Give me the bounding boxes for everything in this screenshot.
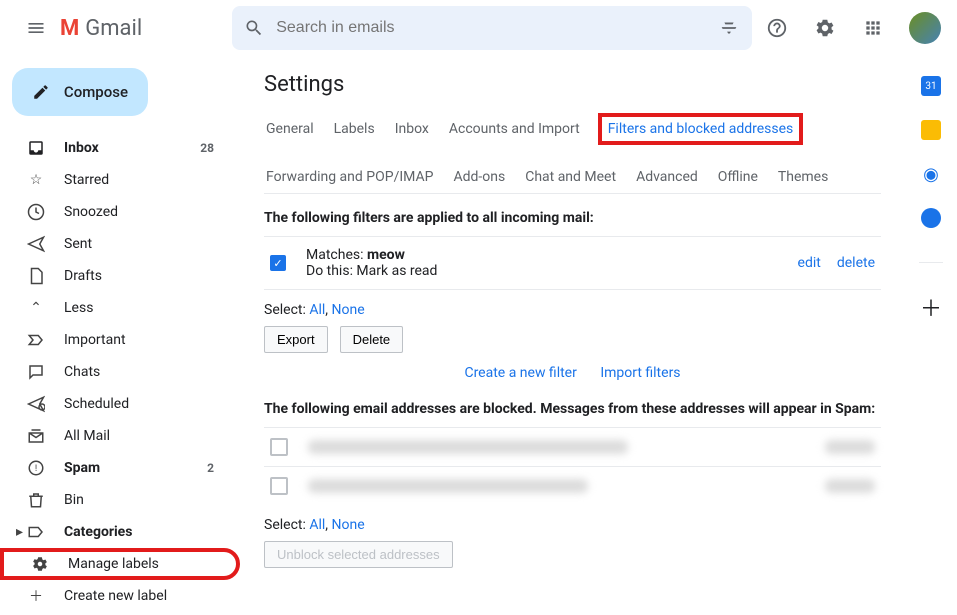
settings-panel: Settings General Labels Inbox Accounts a… [240, 56, 905, 615]
calendar-app-icon[interactable]: 31 [921, 76, 941, 96]
select-none-blocked-link[interactable]: None [332, 517, 365, 533]
blocked-checkbox[interactable] [270, 477, 288, 495]
chevron-up-icon: ⌃ [26, 298, 46, 318]
apps-grid-icon [863, 18, 883, 38]
filter-description: Matches: meow Do this: Mark as read [306, 247, 798, 279]
select-all-blocked-link[interactable]: All [309, 517, 325, 533]
compose-button[interactable]: Compose [12, 68, 148, 116]
plus-icon: ＋ [26, 586, 46, 606]
trash-icon [26, 490, 46, 510]
tab-themes[interactable]: Themes [776, 161, 830, 193]
pencil-icon [32, 82, 50, 102]
blocked-checkbox[interactable] [270, 438, 288, 456]
blocked-select-row: Select: All, None [264, 517, 881, 533]
filter-checkbox[interactable] [270, 255, 286, 271]
filter-edit-link[interactable]: edit [798, 255, 821, 271]
gear-icon [30, 554, 50, 574]
tab-accounts[interactable]: Accounts and Import [447, 113, 582, 145]
search-icon [244, 18, 264, 38]
search-input[interactable] [276, 19, 718, 37]
side-panel: 31 ◉ ＋ [905, 56, 957, 615]
tab-offline[interactable]: Offline [716, 161, 760, 193]
sidebar-item-bin[interactable]: Bin [0, 484, 240, 516]
blocked-address-redacted [308, 479, 588, 493]
gmail-logo[interactable]: M Gmail [60, 16, 142, 41]
filters-heading: The following filters are applied to all… [264, 210, 881, 226]
chat-icon [26, 362, 46, 382]
help-icon [766, 17, 788, 39]
delete-button[interactable]: Delete [340, 326, 404, 353]
clock-icon [26, 202, 46, 222]
important-icon [26, 330, 46, 350]
blocked-action-redacted [825, 440, 875, 454]
export-button[interactable]: Export [264, 326, 328, 353]
unblock-button[interactable]: Unblock selected addresses [264, 541, 453, 568]
settings-title: Settings [264, 72, 881, 97]
sidebar-item-all-mail[interactable]: All Mail [0, 420, 240, 452]
blocked-heading: The following email addresses are blocke… [264, 401, 881, 417]
tab-general[interactable]: General [264, 113, 316, 145]
sidebar-item-less[interactable]: ⌃ Less [0, 292, 240, 324]
create-filter-link[interactable]: Create a new filter [464, 365, 576, 381]
blocked-action-redacted [825, 479, 875, 493]
gear-icon [814, 17, 836, 39]
stack-mail-icon [26, 426, 46, 446]
settings-tabs: General Labels Inbox Accounts and Import… [264, 113, 881, 194]
blocked-row [264, 466, 881, 505]
tab-chat-meet[interactable]: Chat and Meet [523, 161, 618, 193]
blocked-row [264, 427, 881, 466]
sidebar-item-scheduled[interactable]: Scheduled [0, 388, 240, 420]
keep-app-icon[interactable] [921, 120, 941, 140]
settings-button[interactable] [805, 8, 845, 48]
select-all-link[interactable]: All [309, 302, 325, 318]
import-filters-link[interactable]: Import filters [600, 365, 680, 381]
categories-icon: ▸ [26, 522, 46, 542]
support-button[interactable] [757, 8, 797, 48]
search-options-icon[interactable] [718, 17, 740, 39]
add-app-icon[interactable]: ＋ [921, 297, 941, 317]
scheduled-icon [26, 394, 46, 414]
sidebar-item-snoozed[interactable]: Snoozed [0, 196, 240, 228]
filter-select-row: Select: All, None [264, 302, 881, 318]
svg-text:!: ! [35, 464, 37, 474]
sidebar: Compose Inbox 28 ☆ Starred Snoozed Sent … [0, 56, 240, 615]
inbox-icon [26, 138, 46, 158]
file-icon [26, 266, 46, 286]
tab-labels[interactable]: Labels [332, 113, 377, 145]
tab-forwarding[interactable]: Forwarding and POP/IMAP [264, 161, 435, 193]
send-icon [26, 234, 46, 254]
apps-button[interactable] [853, 8, 893, 48]
sidebar-item-categories[interactable]: ▸ Categories [0, 516, 240, 548]
search-box[interactable] [232, 6, 752, 50]
sidebar-item-drafts[interactable]: Drafts [0, 260, 240, 292]
sidebar-item-create-label[interactable]: ＋ Create new label [0, 580, 240, 612]
sidebar-item-chats[interactable]: Chats [0, 356, 240, 388]
main-menu-button[interactable] [16, 8, 56, 48]
sidebar-item-manage-labels[interactable]: Manage labels [0, 548, 240, 580]
filter-row: Matches: meow Do this: Mark as read edit… [264, 236, 881, 290]
account-avatar[interactable] [909, 12, 941, 44]
compose-label: Compose [64, 83, 128, 101]
hamburger-icon [26, 18, 46, 38]
filter-delete-link[interactable]: delete [837, 255, 875, 271]
spam-icon: ! [26, 458, 46, 478]
sidebar-item-important[interactable]: Important [0, 324, 240, 356]
tab-inbox[interactable]: Inbox [393, 113, 431, 145]
tasks-app-icon[interactable]: ◉ [921, 164, 941, 184]
sidebar-item-starred[interactable]: ☆ Starred [0, 164, 240, 196]
tab-advanced[interactable]: Advanced [634, 161, 700, 193]
blocked-address-redacted [308, 440, 628, 454]
gmail-m-icon: M [60, 16, 79, 41]
sidebar-item-sent[interactable]: Sent [0, 228, 240, 260]
sidebar-item-inbox[interactable]: Inbox 28 [0, 132, 240, 164]
sidebar-item-spam[interactable]: ! Spam 2 [0, 452, 240, 484]
select-none-link[interactable]: None [332, 302, 365, 318]
product-name: Gmail [85, 16, 142, 41]
tab-filters-blocked[interactable]: Filters and blocked addresses [598, 113, 804, 145]
star-icon: ☆ [26, 170, 46, 190]
contacts-app-icon[interactable] [921, 208, 941, 228]
tab-addons[interactable]: Add-ons [451, 161, 507, 193]
